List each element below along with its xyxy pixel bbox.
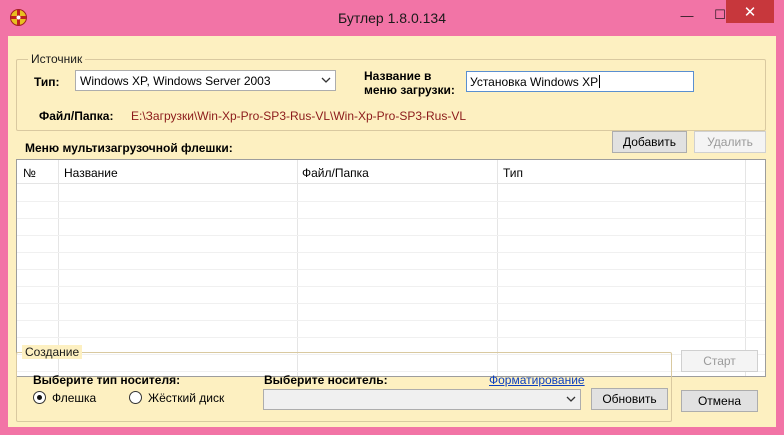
table-row (17, 321, 765, 338)
flash-radio-label[interactable]: Флешка (52, 391, 96, 405)
menu-table[interactable]: № Название Файл/Папка Тип (16, 159, 766, 377)
path-value: E:\Загрузки\Win-Xp-Pro-SP3-Rus-VL\Win-Xp… (131, 109, 467, 123)
type-select[interactable]: Windows XP, Windows Server 2003 (75, 70, 336, 91)
table-row (17, 253, 765, 270)
table-row (17, 236, 765, 253)
media-type-label: Выберите тип носителя: (33, 373, 181, 387)
table-row (17, 304, 765, 321)
client-area: Источник Тип: Windows XP, Windows Server… (8, 36, 776, 427)
menu-name-label-line1: Название в (364, 69, 432, 83)
chevron-down-icon (321, 77, 331, 83)
flash-radio[interactable] (33, 391, 46, 404)
table-header: № Название Файл/Папка Тип (17, 160, 765, 184)
column-header-name[interactable]: Название (64, 166, 118, 180)
device-label: Выберите носитель: (264, 373, 388, 387)
delete-button[interactable]: Удалить (694, 131, 766, 153)
table-row (17, 202, 765, 219)
column-header-type[interactable]: Тип (503, 166, 523, 180)
format-link[interactable]: Форматирование (489, 373, 585, 387)
main-window: Бутлер 1.8.0.134 — ☐ ✕ Источник Тип: Win… (0, 0, 784, 435)
path-label: Файл/Папка: (39, 109, 114, 123)
device-select[interactable] (263, 389, 581, 410)
start-button[interactable]: Старт (681, 350, 758, 372)
type-select-value: Windows XP, Windows Server 2003 (80, 73, 271, 88)
menu-name-input[interactable]: Установка Windows XP (466, 71, 694, 92)
text-caret (599, 75, 601, 88)
type-label: Тип: (34, 75, 60, 89)
table-row (17, 219, 765, 236)
cancel-button[interactable]: Отмена (681, 390, 758, 412)
menu-list-label: Меню мультизагрузочной флешки: (25, 141, 233, 155)
add-button[interactable]: Добавить (612, 131, 687, 153)
create-group-label: Создание (22, 345, 83, 359)
table-row (17, 287, 765, 304)
menu-name-input-value: Установка Windows XP (470, 74, 599, 89)
chevron-down-icon (566, 396, 576, 402)
create-group (16, 352, 672, 422)
refresh-button[interactable]: Обновить (591, 388, 668, 410)
column-header-path[interactable]: Файл/Папка (302, 166, 369, 180)
menu-name-label-line2: меню загрузки: (364, 83, 455, 97)
table-row (17, 270, 765, 287)
hdd-radio-label[interactable]: Жёсткий диск (148, 391, 224, 405)
column-header-number[interactable]: № (23, 166, 36, 180)
source-group-label: Источник (28, 52, 86, 66)
title-bar[interactable]: Бутлер 1.8.0.134 — ☐ ✕ (0, 0, 784, 36)
table-row (17, 185, 765, 202)
hdd-radio[interactable] (129, 391, 142, 404)
close-button[interactable]: ✕ (726, 0, 774, 23)
